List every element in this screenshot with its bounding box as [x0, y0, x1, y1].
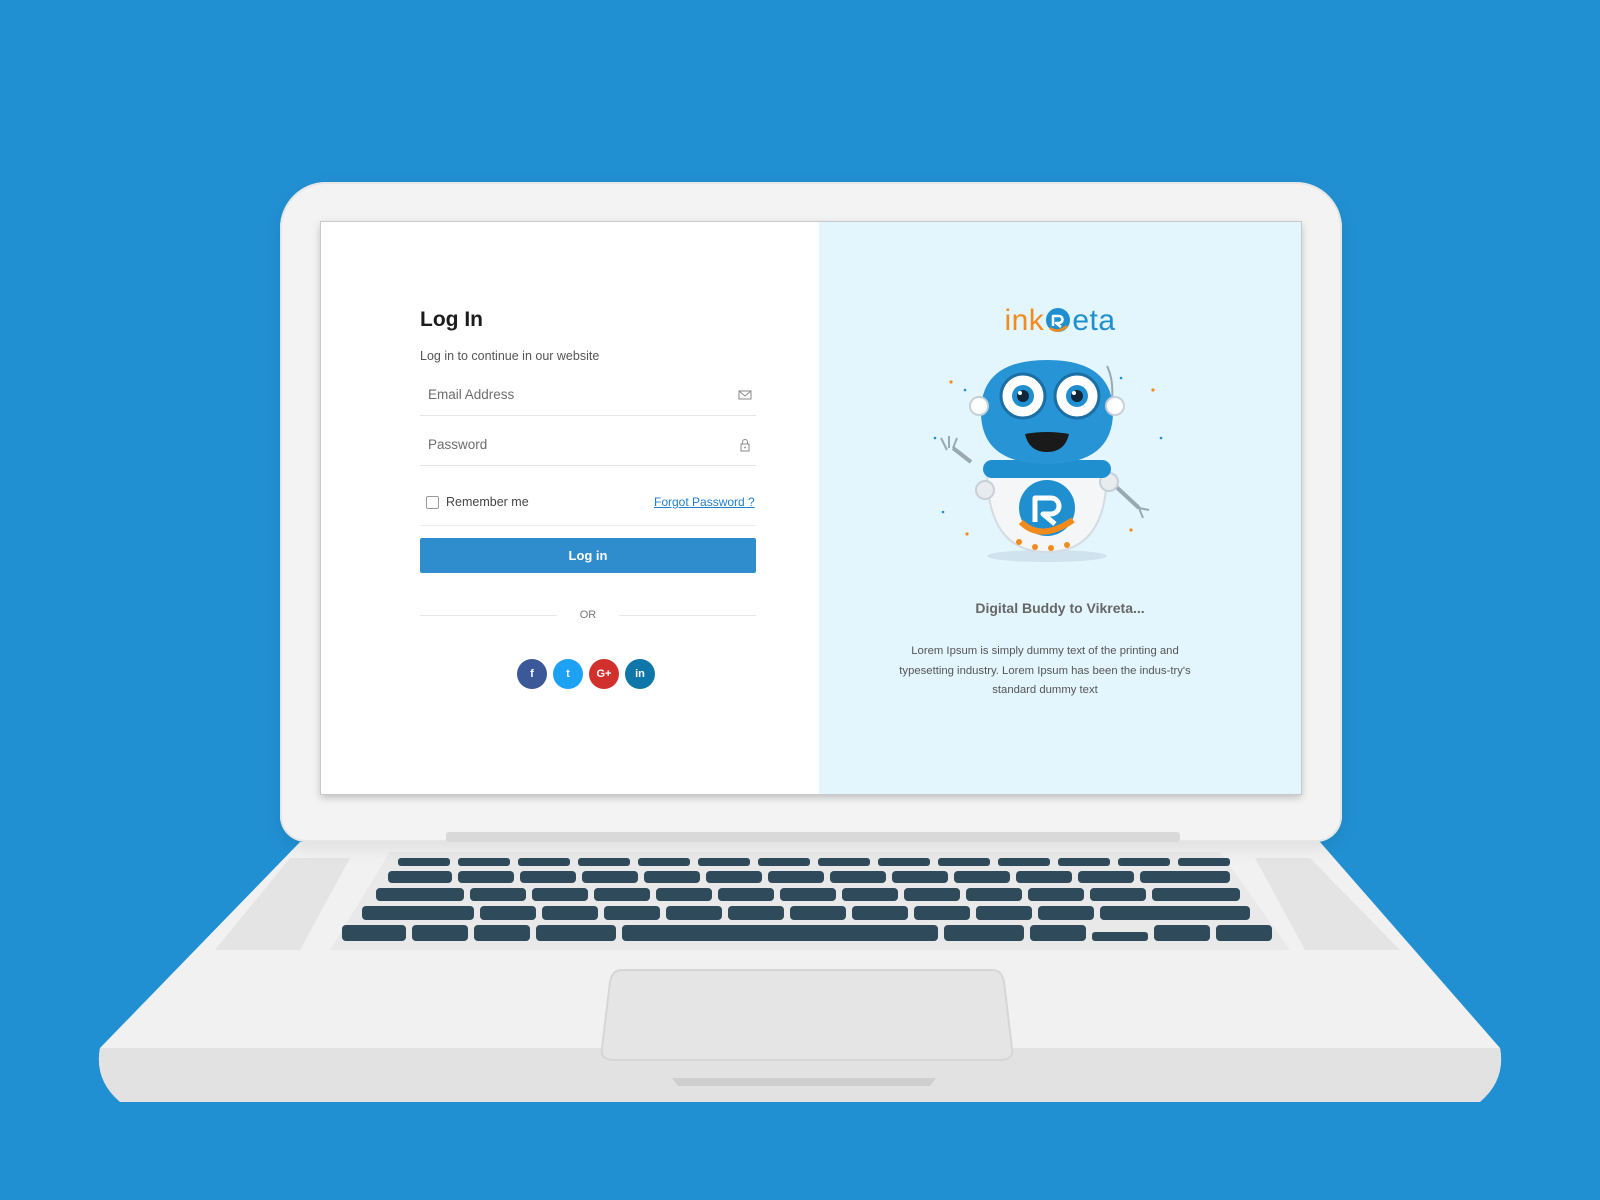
linkedin-icon[interactable]: in	[625, 659, 655, 689]
password-field-wrapper	[420, 429, 756, 466]
google-plus-icon[interactable]: G+	[589, 659, 619, 689]
brand-suffix: eta	[1072, 304, 1116, 337]
promo-panel: ink eta Digital Buddy to Vikreta... Lore…	[819, 222, 1301, 794]
robot-mascot-illustration	[933, 360, 1163, 562]
login-button[interactable]: Log in	[420, 538, 756, 573]
laptop-screen: Log In Log in to continue in our website…	[321, 222, 1301, 794]
brand-mark-icon	[1046, 308, 1071, 332]
or-line-right	[619, 615, 756, 616]
social-login-buttons: f t G+ in	[517, 659, 655, 689]
tagline: Digital Buddy to Vikreta...	[975, 600, 1145, 616]
brand-logo: ink eta	[819, 304, 1301, 338]
facebook-icon[interactable]: f	[517, 659, 547, 689]
forgot-password-link[interactable]: Forgot Password ?	[654, 495, 755, 509]
login-subtitle: Log in to continue in our website	[420, 349, 600, 363]
or-separator: OR	[420, 609, 756, 623]
remember-me-checkbox[interactable]	[426, 495, 439, 509]
remember-me-label: Remember me	[446, 495, 529, 509]
email-field-wrapper	[420, 379, 756, 416]
remember-me[interactable]: Remember me	[426, 495, 529, 509]
login-panel: Log In Log in to continue in our website…	[321, 222, 819, 794]
email-field[interactable]	[420, 379, 718, 409]
brand-prefix: ink	[1004, 304, 1045, 337]
twitter-icon[interactable]: t	[553, 659, 583, 689]
password-field[interactable]	[420, 429, 718, 459]
mail-icon	[738, 390, 752, 400]
promo-description: Lorem Ipsum is simply dummy text of the …	[899, 645, 1191, 696]
laptop-hinge	[446, 832, 1180, 842]
divider	[420, 525, 756, 526]
lock-icon	[740, 439, 750, 452]
page-title: Log In	[420, 308, 483, 331]
